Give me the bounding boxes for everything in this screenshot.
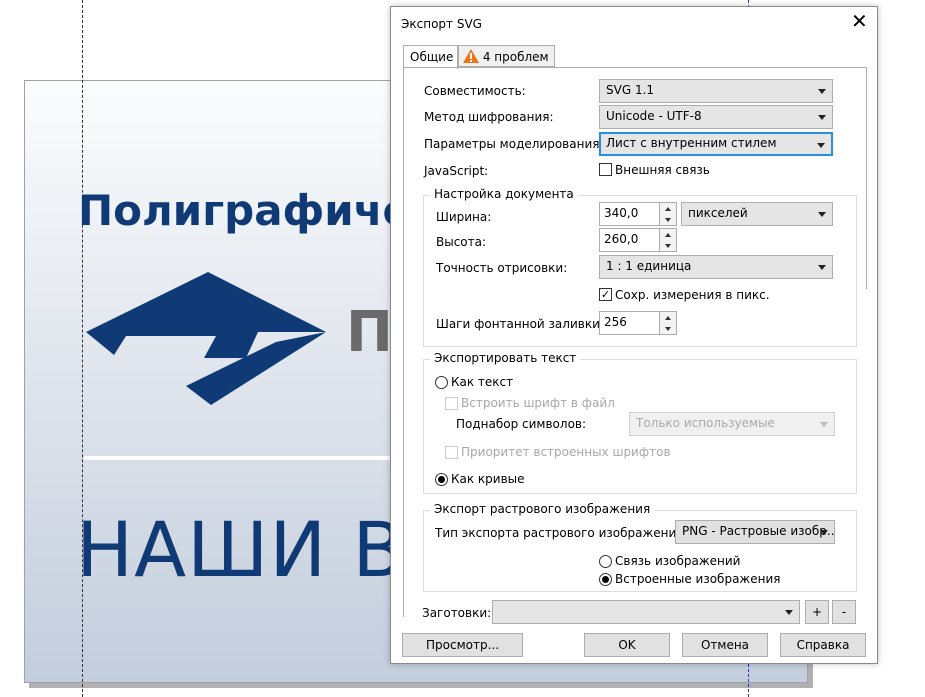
presets-label: Заготовки: <box>422 606 492 620</box>
separator-line <box>84 456 394 460</box>
as-curves-label[interactable]: Как кривые <box>451 472 525 486</box>
link-images-radio[interactable] <box>599 555 612 568</box>
chevron-down-icon <box>820 422 828 427</box>
height-input[interactable]: 260,0 <box>599 228 661 252</box>
group-title: Экспорт растрового изображения <box>430 502 655 516</box>
keep-px-checkbox[interactable]: ✓ <box>599 288 612 301</box>
preview-button[interactable]: Просмотр... <box>402 633 523 657</box>
link-images-label[interactable]: Связь изображений <box>615 554 740 568</box>
tab-problems[interactable]: 4 проблем <box>458 45 555 67</box>
external-link-checkbox[interactable] <box>599 163 612 176</box>
styling-label: Параметры моделирования: <box>424 137 604 151</box>
fountain-steps-input[interactable]: 256 <box>599 311 661 335</box>
chevron-down-icon <box>817 143 825 148</box>
compat-value: SVG 1.1 <box>606 83 655 97</box>
priority-fonts-checkbox[interactable] <box>445 446 458 459</box>
javascript-label: JavaScript: <box>424 164 489 178</box>
ok-button[interactable]: OK <box>584 633 670 657</box>
keep-px-label[interactable]: Сохр. измерения в пикс. <box>615 288 770 302</box>
presets-select[interactable] <box>492 600 800 624</box>
tab-general-label: Общие <box>410 50 454 64</box>
fountain-steps-label: Шаги фонтанной заливки: <box>436 317 604 331</box>
chevron-down-icon <box>818 115 826 120</box>
bitmap-type-label: Тип экспорта растрового изображения: <box>435 526 688 540</box>
fountain-steps-value: 256 <box>604 315 627 329</box>
remove-preset-button[interactable]: - <box>832 600 856 624</box>
encoding-label: Метод шифрования: <box>424 110 554 124</box>
embed-font-checkbox[interactable] <box>445 397 458 410</box>
chevron-down-icon <box>818 265 826 270</box>
chevron-down-icon <box>818 212 826 217</box>
fountain-steps-spinner[interactable] <box>659 311 677 335</box>
width-input[interactable]: 340,0 <box>599 202 661 226</box>
group-title: Экспортировать текст <box>430 351 581 365</box>
export-svg-dialog: Экспорт SVG ✕ Общие 4 проблем Совместимо… <box>390 6 878 664</box>
dialog-title: Экспорт SVG <box>401 17 482 31</box>
logo-partial-letter: П <box>346 300 393 365</box>
group-title: Настройка документа <box>430 187 578 201</box>
precision-label: Точность отрисовки: <box>436 261 568 275</box>
encoding-value: Unicode - UTF-8 <box>606 109 702 123</box>
help-button[interactable]: Справка <box>780 633 866 657</box>
height-label: Высота: <box>436 235 487 249</box>
precision-value: 1 : 1 единица <box>606 259 692 273</box>
external-link-label[interactable]: Внешняя связь <box>615 163 710 177</box>
logo-shape <box>86 272 326 405</box>
compat-label: Совместимость: <box>424 84 526 98</box>
embed-images-radio[interactable] <box>599 573 612 586</box>
warning-icon <box>463 49 479 63</box>
bitmap-type-value: PNG - Растровые изобр... <box>682 524 835 538</box>
embed-images-label[interactable]: Встроенные изображения <box>615 572 780 586</box>
subset-select[interactable]: Только используемые <box>629 412 835 436</box>
precision-select[interactable]: 1 : 1 единица <box>599 255 833 279</box>
as-text-label[interactable]: Как текст <box>451 375 513 389</box>
width-value: 340,0 <box>604 206 639 220</box>
cancel-button[interactable]: Отмена <box>682 633 768 657</box>
styling-value: Лист с внутренним стилем <box>606 136 777 150</box>
width-label: Ширина: <box>436 210 492 224</box>
units-select[interactable]: пикселей <box>681 202 833 226</box>
as-curves-radio[interactable] <box>435 473 448 486</box>
compat-select[interactable]: SVG 1.1 <box>599 79 833 103</box>
brand-text: Полиграфиче <box>78 186 411 235</box>
encoding-select[interactable]: Unicode - UTF-8 <box>599 105 833 129</box>
close-icon[interactable]: ✕ <box>851 9 868 33</box>
height-spinner[interactable] <box>659 228 677 252</box>
subset-label: Поднабор символов: <box>456 417 587 431</box>
chevron-down-icon <box>785 610 793 615</box>
tab-general[interactable]: Общие <box>403 45 458 69</box>
bitmap-type-select[interactable]: PNG - Растровые изобр... <box>675 520 835 544</box>
height-value: 260,0 <box>604 232 639 246</box>
tab-problems-label: 4 проблем <box>482 50 549 64</box>
chevron-down-icon <box>818 89 826 94</box>
units-value: пикселей <box>688 206 748 220</box>
styling-select[interactable]: Лист с внутренним стилем <box>599 132 833 156</box>
width-spinner[interactable] <box>659 202 677 226</box>
add-preset-button[interactable]: + <box>805 600 829 624</box>
subset-value: Только используемые <box>636 416 775 430</box>
embed-font-label[interactable]: Встроить шрифт в файл <box>461 396 615 410</box>
priority-fonts-label[interactable]: Приоритет встроенных шрифтов <box>461 445 671 459</box>
chevron-down-icon <box>820 530 828 535</box>
tab-panel-border <box>403 67 404 617</box>
as-text-radio[interactable] <box>435 376 448 389</box>
